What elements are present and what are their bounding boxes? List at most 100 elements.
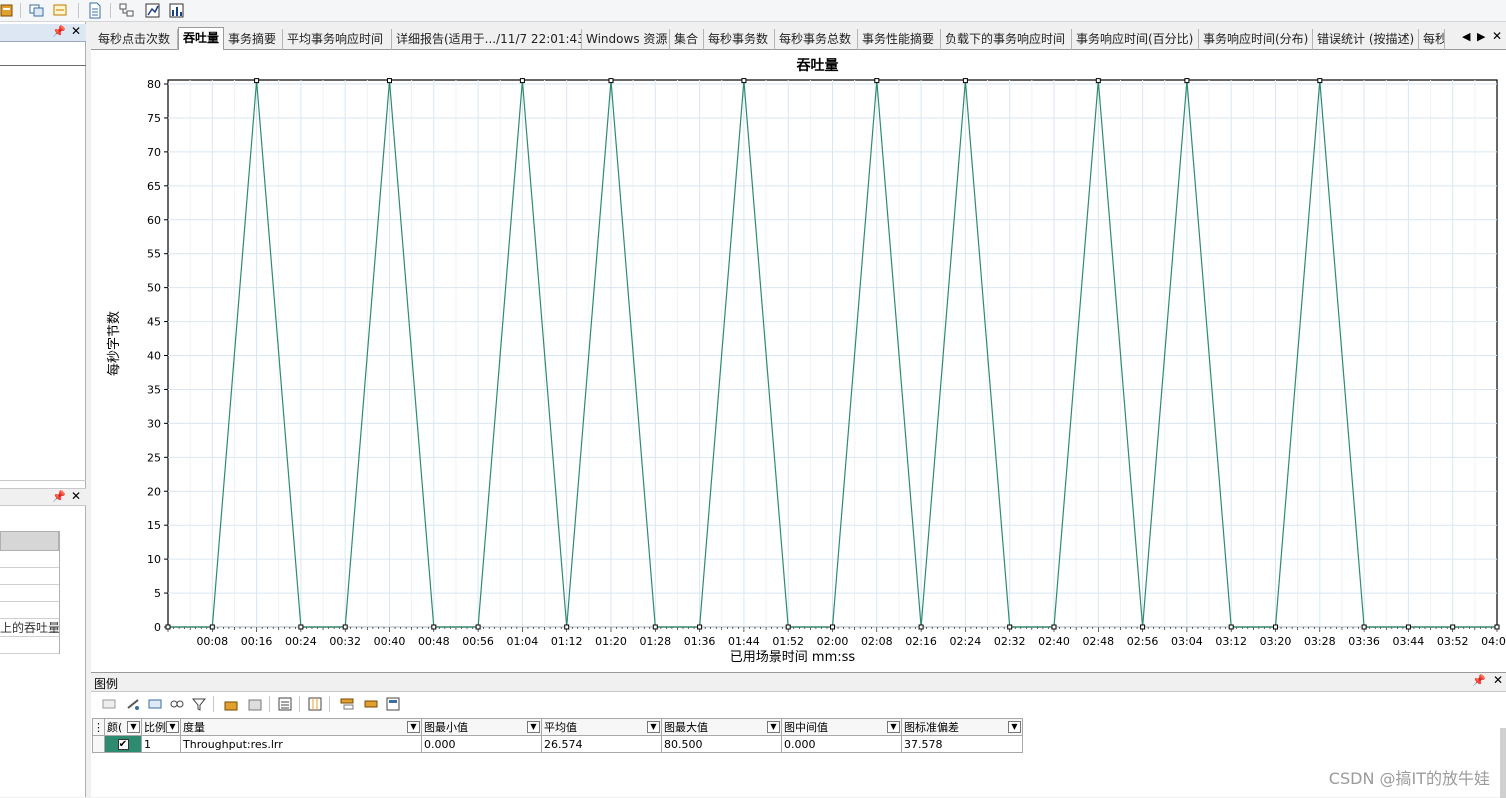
data-point bbox=[165, 624, 171, 630]
column-header-avg[interactable]: 平均值 ▼ bbox=[541, 718, 662, 736]
row-selector[interactable] bbox=[92, 735, 105, 753]
tab-scroll-left-icon[interactable]: ◀ bbox=[1462, 30, 1470, 43]
data-point bbox=[1095, 78, 1101, 84]
row-selector-header[interactable]: ⋮ bbox=[92, 718, 105, 736]
close-icon[interactable]: ✕ bbox=[71, 489, 81, 503]
tab-7[interactable]: 每秒事务数 bbox=[704, 29, 775, 50]
column-header-stddev[interactable]: 图标准偏差 ▼ bbox=[901, 718, 1023, 736]
chevron-down-icon[interactable]: ▼ bbox=[127, 721, 140, 733]
pin-icon[interactable]: 📌 bbox=[52, 25, 66, 38]
column-header-median[interactable]: 图中间值 ▼ bbox=[781, 718, 902, 736]
x-tick-label: 03:52 bbox=[1437, 635, 1469, 648]
tab-2[interactable]: 事务摘要 bbox=[224, 29, 283, 50]
configure-icon[interactable] bbox=[125, 696, 141, 712]
properties-row[interactable] bbox=[0, 568, 59, 585]
chevron-down-icon[interactable]: ▼ bbox=[166, 721, 179, 733]
data-point bbox=[918, 624, 924, 630]
tab-13[interactable]: 错误统计 (按描述) bbox=[1313, 29, 1419, 50]
checkbox-checked[interactable]: ✔ bbox=[117, 739, 129, 750]
data-point bbox=[431, 624, 437, 630]
table-row[interactable]: ✔ 1 Throughput:res.lrr 0.000 26.574 80.5… bbox=[92, 735, 1023, 753]
report-icon[interactable] bbox=[86, 2, 104, 19]
chevron-down-icon[interactable]: ▼ bbox=[527, 721, 540, 733]
properties-row[interactable] bbox=[0, 585, 59, 602]
pin-icon[interactable]: 📌 bbox=[52, 490, 66, 503]
column-header-color[interactable]: 颜(▼ bbox=[104, 718, 142, 736]
x-tick-label: 00:08 bbox=[196, 635, 228, 648]
x-tick-label: 01:52 bbox=[772, 635, 804, 648]
animate-icon[interactable] bbox=[223, 696, 239, 712]
tab-8[interactable]: 每秒事务总数 bbox=[775, 29, 858, 50]
graph-tab-strip: 每秒点击次数 吞吐量 事务摘要 平均事务响应时间 详细报告(适用于.../11/7 22… bbox=[91, 26, 1506, 51]
column-header-scale[interactable]: 比例 ▼ bbox=[141, 718, 181, 736]
chevron-down-icon[interactable]: ▼ bbox=[767, 721, 780, 733]
tab-12[interactable]: 事务响应时间(分布) bbox=[1199, 29, 1313, 50]
close-icon[interactable]: ✕ bbox=[1493, 673, 1503, 687]
filter-icon[interactable] bbox=[191, 696, 207, 712]
pin-icon[interactable]: 📌 bbox=[1472, 674, 1486, 687]
data-point bbox=[1361, 624, 1367, 630]
properties-row[interactable] bbox=[0, 637, 59, 654]
chevron-down-icon[interactable]: ▼ bbox=[647, 721, 660, 733]
data-point bbox=[1405, 624, 1411, 630]
tree-view-icon[interactable] bbox=[118, 2, 136, 19]
x-tick-label: 03:04 bbox=[1171, 635, 1203, 648]
x-tick-label: 03:44 bbox=[1393, 635, 1425, 648]
close-icon[interactable]: ✕ bbox=[71, 24, 81, 38]
tab-10[interactable]: 负载下的事务响应时间 bbox=[941, 29, 1072, 50]
tab-9[interactable]: 事务性能摘要 bbox=[858, 29, 941, 50]
group-icon[interactable] bbox=[339, 696, 355, 712]
hide-icon[interactable] bbox=[101, 696, 117, 712]
tab-1[interactable]: 吞吐量 bbox=[178, 27, 224, 51]
tab-close-icon[interactable]: ✕ bbox=[1492, 29, 1502, 43]
column-header-measurement[interactable]: 度量 ▼ bbox=[180, 718, 422, 736]
export-icon[interactable] bbox=[247, 696, 263, 712]
tab-4[interactable]: 详细报告(适用于.../11/7 22:01:43 bbox=[392, 29, 582, 50]
legend-title-bar: 图例 📌 ✕ bbox=[91, 673, 1506, 692]
graph-properties-icon[interactable] bbox=[144, 2, 162, 19]
y-tick-label: 75 bbox=[147, 112, 161, 125]
link-icon[interactable] bbox=[169, 696, 185, 712]
x-tick-label: 00:56 bbox=[462, 635, 494, 648]
chevron-down-icon[interactable]: ▼ bbox=[887, 721, 900, 733]
y-tick-label: 55 bbox=[147, 248, 161, 261]
show-icon[interactable] bbox=[147, 696, 163, 712]
database-icon[interactable] bbox=[0, 2, 18, 19]
tab-0[interactable]: 每秒点击次数 bbox=[94, 29, 178, 50]
ungroup-icon[interactable] bbox=[363, 696, 379, 712]
legend-list-icon[interactable] bbox=[277, 696, 293, 712]
scrollbar[interactable] bbox=[1500, 728, 1506, 798]
data-point bbox=[519, 78, 525, 84]
tab-scroll-right-icon[interactable]: ▶ bbox=[1477, 30, 1485, 43]
toolbar-separator bbox=[78, 3, 79, 18]
overlay-graph-icon[interactable] bbox=[52, 2, 70, 19]
merge-graph-icon[interactable] bbox=[28, 2, 46, 19]
bar-graph-icon[interactable] bbox=[168, 2, 186, 19]
properties-row[interactable] bbox=[0, 551, 59, 568]
session-explorer-title: 📌 ✕ bbox=[0, 24, 86, 42]
tab-6[interactable]: 集合 bbox=[670, 29, 704, 50]
tab-14[interactable]: 每秒 bbox=[1419, 29, 1445, 50]
properties-row[interactable] bbox=[0, 602, 59, 619]
measurement-cell: Throughput:res.lrr bbox=[180, 735, 422, 753]
y-tick-label: 40 bbox=[147, 350, 161, 363]
columns-icon[interactable] bbox=[307, 696, 323, 712]
tab-5[interactable]: Windows 资源 bbox=[582, 29, 670, 50]
x-tick-label: 03:36 bbox=[1348, 635, 1380, 648]
properties-icon[interactable] bbox=[385, 696, 401, 712]
x-tick-label: 00:40 bbox=[374, 635, 406, 648]
toolbar-separator bbox=[213, 696, 214, 712]
column-header-min[interactable]: 图最小值 ▼ bbox=[421, 718, 542, 736]
tab-3[interactable]: 平均事务响应时间 bbox=[283, 29, 392, 50]
data-point bbox=[1007, 624, 1013, 630]
legend-toolbar bbox=[91, 692, 1506, 716]
y-tick-label: 5 bbox=[154, 587, 161, 600]
column-header-max[interactable]: 图最大值 ▼ bbox=[661, 718, 782, 736]
legend-panel: 图例 📌 ✕ ⋮ 颜(▼ 比例 ▼ 度量 ▼ 图最小值 ▼ 平均值 ▼ 图最大… bbox=[91, 672, 1506, 798]
chevron-down-icon[interactable]: ▼ bbox=[407, 721, 420, 733]
series-color-swatch[interactable]: ✔ bbox=[104, 735, 142, 753]
tab-11[interactable]: 事务响应时间(百分比) bbox=[1072, 29, 1199, 50]
properties-row-description[interactable]: 上的吞吐量 bbox=[0, 619, 59, 637]
legend-grid: ⋮ 颜(▼ 比例 ▼ 度量 ▼ 图最小值 ▼ 平均值 ▼ 图最大值 ▼ 图中间值 ▼ 图标准… bbox=[92, 718, 1023, 753]
chevron-down-icon[interactable]: ▼ bbox=[1008, 721, 1021, 733]
